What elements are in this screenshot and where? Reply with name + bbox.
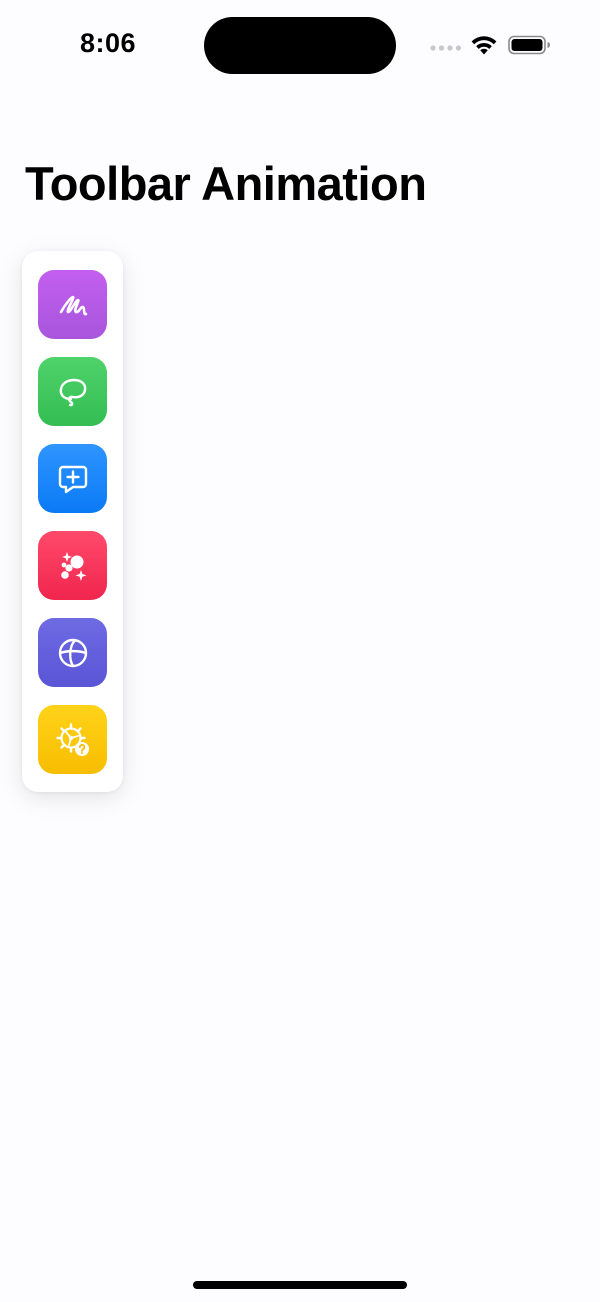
wifi-icon — [471, 36, 497, 55]
globe-button[interactable] — [38, 618, 107, 687]
sparkle-bubbles-icon — [60, 551, 86, 581]
message-plus-icon — [58, 465, 87, 493]
gear-question-icon — [55, 722, 89, 756]
status-bar: 8:06 — [0, 0, 600, 90]
effects-button[interactable] — [38, 531, 107, 600]
status-time: 8:06 — [80, 28, 137, 58]
cellular-signal-icon — [430, 45, 462, 51]
page-title: Toolbar Animation — [25, 157, 427, 210]
globe-icon — [58, 638, 87, 667]
toolbar — [22, 251, 123, 792]
settings-help-button[interactable] — [38, 705, 107, 774]
add-comment-button[interactable] — [38, 444, 107, 513]
battery-icon — [508, 35, 550, 55]
lasso-icon — [59, 378, 86, 406]
scribble-button[interactable] — [38, 270, 107, 339]
dynamic-island — [204, 17, 396, 74]
scribble-icon — [59, 295, 87, 315]
lasso-button[interactable] — [38, 357, 107, 426]
home-indicator — [193, 1281, 407, 1289]
